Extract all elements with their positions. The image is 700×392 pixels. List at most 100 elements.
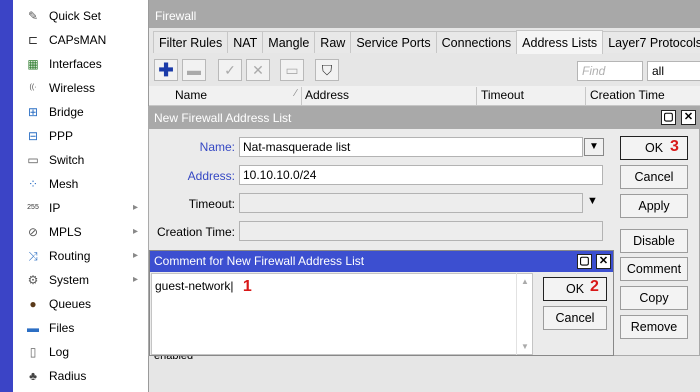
disable-icon[interactable]: ✕ [246,59,270,81]
firewall-title: Firewall [149,0,700,28]
restore-icon[interactable]: ▢ [661,110,676,125]
submenu-arrow-icon: ▸ [132,202,138,213]
step-1-marker: 1 [242,278,252,295]
sidebar-item-label: Interfaces [49,57,102,71]
sidebar-item-label: PPP [49,129,74,143]
timeout-dropdown-icon[interactable]: ▼ [587,195,598,207]
sidebar-item-capsman[interactable]: ⊏ CAPsMAN [13,28,148,52]
comment-scrollbar[interactable]: ▲ ▼ [516,273,533,355]
submenu-arrow-icon: ▸ [132,226,138,237]
filter-select[interactable]: all [647,61,700,81]
sidebar-item-label: Switch [49,153,85,167]
close-icon[interactable]: ✕ [681,110,696,125]
creation-time-label: Creation Time: [156,225,235,239]
sidebar-item-label: Bridge [49,105,84,119]
sidebar-item-files[interactable]: ▬ Files [13,316,148,340]
ip-icon: 255 [27,204,39,211]
name-dropdown-icon[interactable]: ▼ [584,138,604,156]
enable-icon[interactable]: ✓ [218,59,242,81]
interfaces-icon: ▦ [27,57,39,71]
sidebar-list: ✎ Quick Set ⊏ CAPsMAN ▦ Interfaces ((· Wireless… [13,4,148,388]
queues-icon: ● [29,297,37,311]
step-3-marker: 3 [670,138,679,155]
apply-button[interactable]: Apply [620,194,688,218]
tab-filter-rules[interactable]: Filter Rules [153,31,229,53]
sidebar-item-label: Routing [49,249,91,263]
sidebar-item-wireless[interactable]: ((· Wireless [13,76,148,100]
creation-time-field [239,221,603,241]
tab-layer7-protocols[interactable]: Layer7 Protocols [602,31,700,53]
sidebar-item-label: CAPsMAN [49,33,107,47]
sidebar-item-label: Log [49,345,70,359]
timeout-label: Timeout: [188,197,235,211]
column-name[interactable]: Name [175,88,207,102]
sidebar-item-mpls[interactable]: ⊘ MPLS ▸ [13,220,148,244]
find-input[interactable]: Find [577,61,643,81]
cancel-button[interactable]: Cancel [620,165,688,189]
remove-button[interactable]: Remove [620,315,688,339]
files-icon: ▬ [27,321,39,335]
scroll-up-icon[interactable]: ▲ [517,277,533,286]
comment-text: guest-network [155,279,231,293]
copy-button[interactable]: Copy [620,286,688,310]
sidebar-item-radius[interactable]: ♣ Radius [13,364,148,388]
system-icon: ⚙ [27,273,39,287]
quick-set-icon: ✎ [27,9,39,23]
column-address[interactable]: Address [305,88,349,102]
tab-raw[interactable]: Raw [314,31,352,53]
comment-icon[interactable]: ▭ [280,59,304,81]
sidebar-item-interfaces[interactable]: ▦ Interfaces [13,52,148,76]
mpls-icon: ⊘ [27,225,39,239]
firewall-toolbar: ✚ ▬ ✓ ✕ ▭ ⛉ Find all [149,56,700,86]
comment-close-icon[interactable]: ✕ [596,254,611,269]
address-field[interactable]: 10.10.10.0/24 [239,165,603,185]
add-button[interactable]: ✚ [154,59,178,81]
tab-mangle[interactable]: Mangle [262,31,316,53]
sidebar-item-bridge[interactable]: ⊞ Bridge [13,100,148,124]
filter-icon[interactable]: ⛉ [315,59,339,81]
ppp-icon: ⊟ [27,129,39,143]
sidebar-menu: ✎ Quick Set ⊏ CAPsMAN ▦ Interfaces ((· Wireless… [0,0,148,392]
remove-icon[interactable]: ▬ [182,59,206,81]
column-creation-time[interactable]: Creation Time [590,88,665,102]
column-timeout[interactable]: Timeout [481,88,524,102]
sidebar-item-label: Files [49,321,75,335]
scroll-down-icon[interactable]: ▼ [517,342,533,351]
sidebar-item-log[interactable]: ▯ Log [13,340,148,364]
address-list-header: Name ∕ Address Timeout Creation Time [149,86,700,106]
disable-button[interactable]: Disable [620,229,688,253]
sidebar-item-label: System [49,273,90,287]
address-label: Address: [187,169,235,183]
sidebar-item-label: IP [49,201,61,215]
mesh-icon: ⁘ [27,177,39,191]
tab-connections[interactable]: Connections [435,31,518,53]
sidebar-item-ppp[interactable]: ⊟ PPP [13,124,148,148]
comment-textarea[interactable]: guest-network| 1 [151,273,533,355]
name-field[interactable]: Nat-masquerade list [239,137,583,157]
sidebar-item-label: Wireless [49,81,96,95]
step-2-marker: 2 [590,278,599,295]
comment-dialog-title: Comment for New Firewall Address List [150,251,613,272]
sidebar-item-mesh[interactable]: ⁘ Mesh [13,172,148,196]
sidebar-item-routing[interactable]: ⤨ Routing ▸ [13,244,148,268]
timeout-field[interactable] [239,193,583,213]
sidebar-item-quick-set[interactable]: ✎ Quick Set [13,4,148,28]
name-label: Name: [199,140,235,154]
radius-icon: ♣ [29,369,37,383]
tab-address-lists[interactable]: Address Lists [516,30,604,54]
submenu-arrow-icon: ▸ [132,274,138,285]
switch-icon: ▭ [27,153,39,167]
sidebar-item-queues[interactable]: ● Queues [13,292,148,316]
sidebar-item-switch[interactable]: ▭ Switch [13,148,148,172]
sidebar-item-label: Mesh [49,177,79,191]
tab-nat[interactable]: NAT [227,31,264,53]
comment-cancel-button[interactable]: Cancel [543,306,607,330]
wireless-icon: ((· [29,84,37,91]
sidebar-item-ip[interactable]: 255 IP ▸ [13,196,148,220]
address-dialog-title: New Firewall Address List [149,107,699,129]
comment-restore-icon[interactable]: ▢ [577,254,592,269]
tab-service-ports[interactable]: Service Ports [350,31,437,53]
firewall-tabs: Filter Rules NAT Mangle Raw Service Ports Con… [153,30,700,55]
comment-button[interactable]: Comment [620,257,688,281]
sidebar-item-system[interactable]: ⚙ System ▸ [13,268,148,292]
